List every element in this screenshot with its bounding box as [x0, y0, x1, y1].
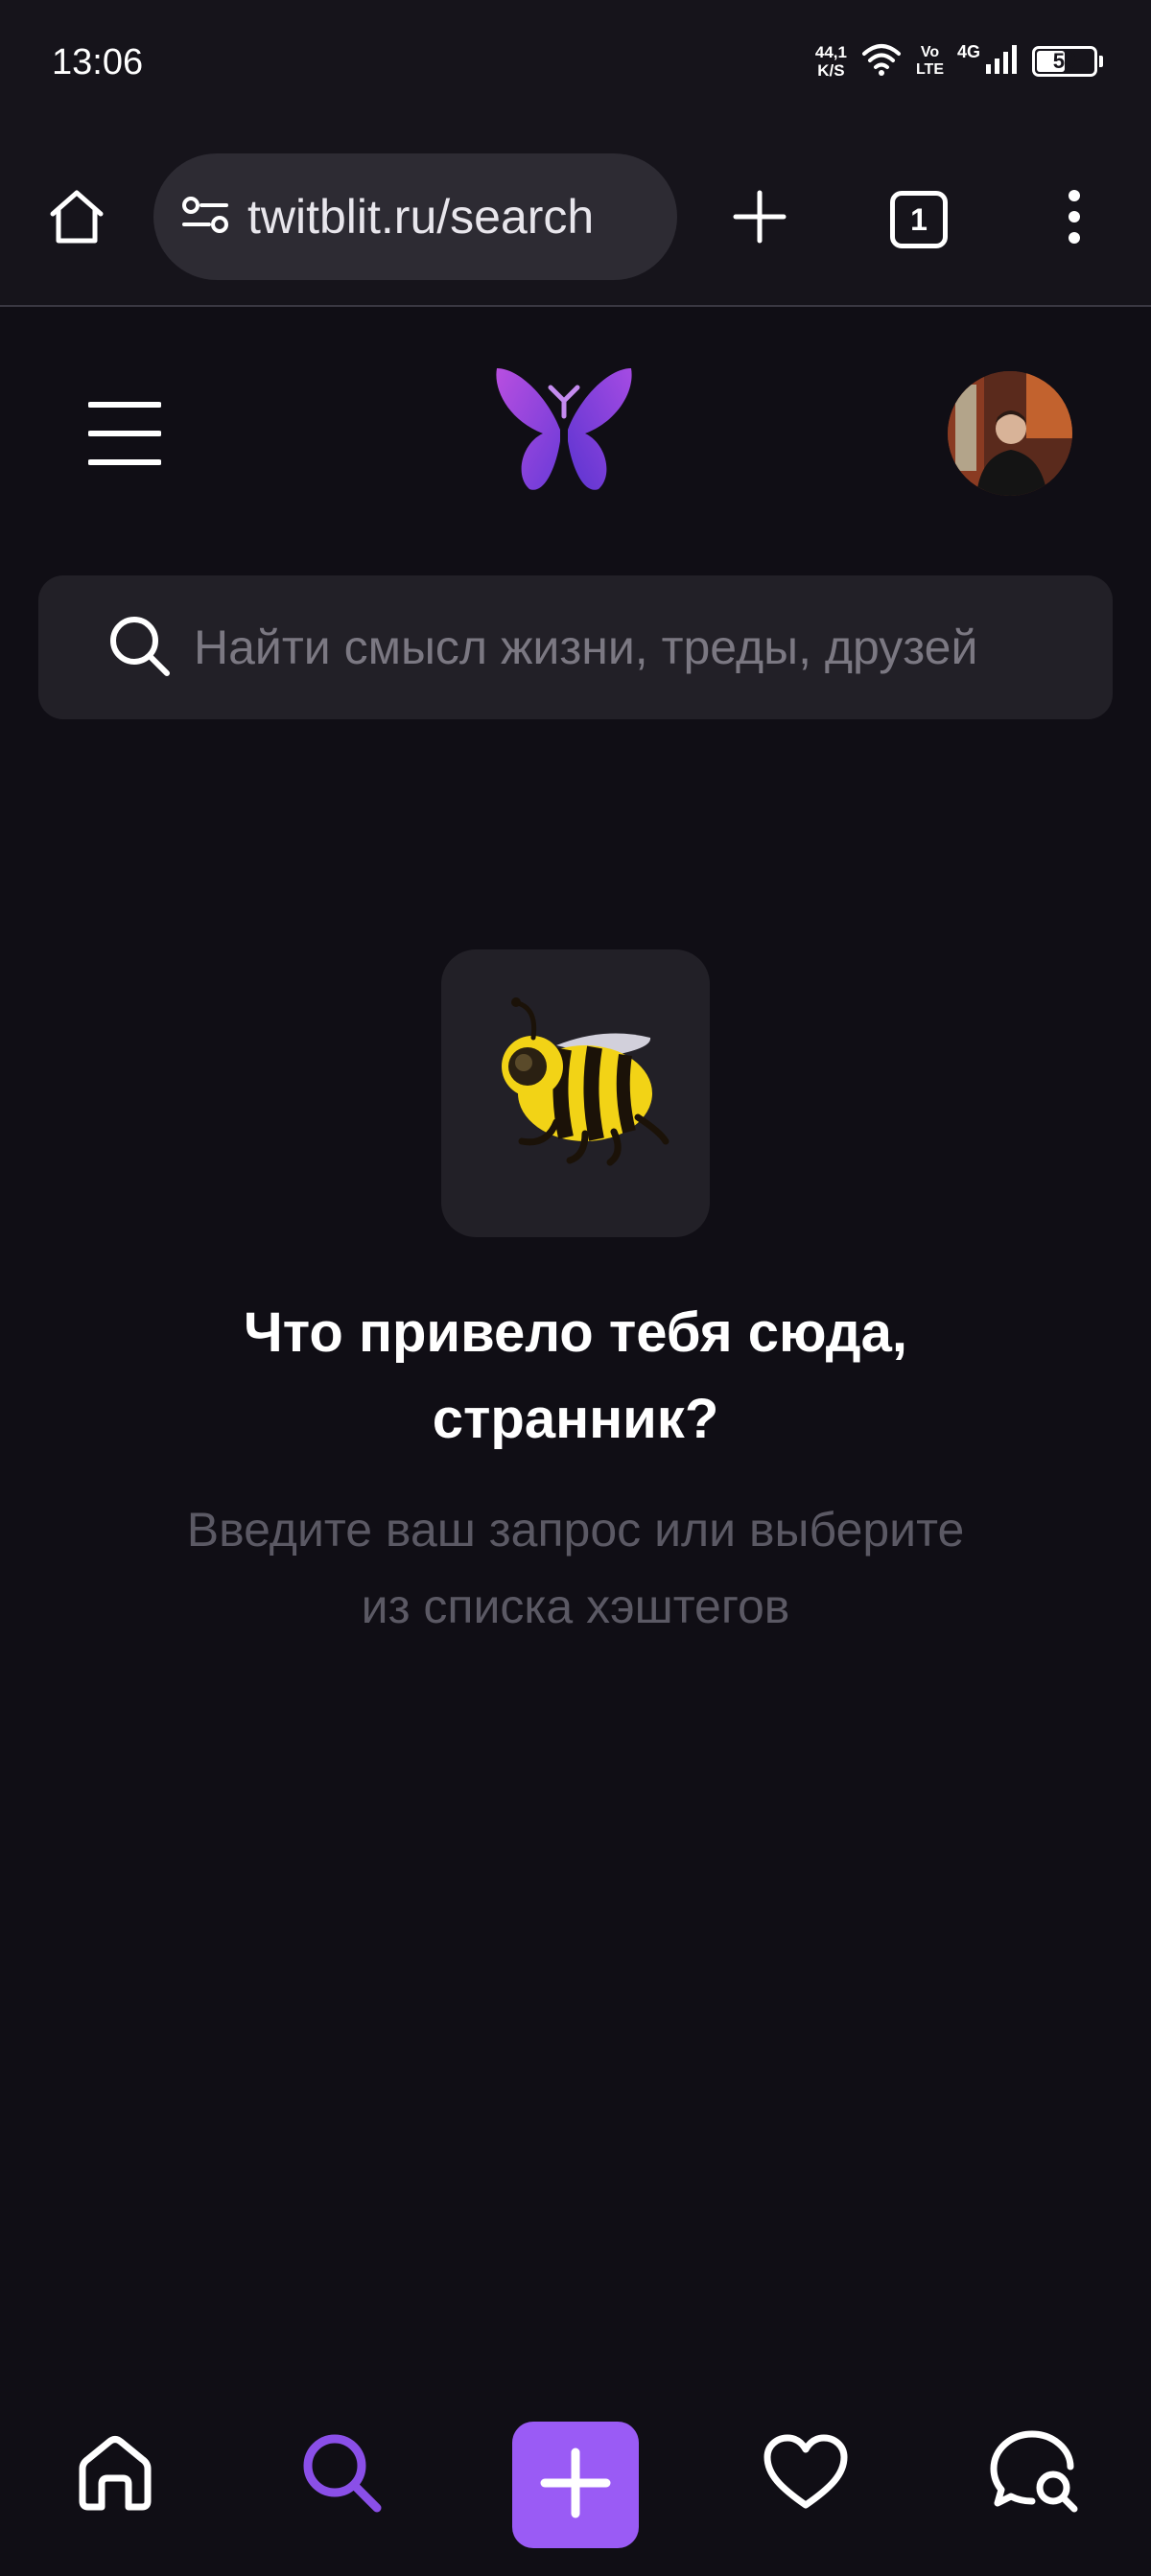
nav-messages-button[interactable]: [988, 2426, 1084, 2522]
home-icon: [47, 187, 106, 251]
plus-icon: [732, 189, 787, 249]
network-speed-value: 44,1: [814, 43, 847, 61]
browser-toolbar: twitblit.ru/search 1: [0, 134, 1151, 307]
signal-icon: [984, 43, 1019, 81]
volte-bottom-label: LTE: [915, 61, 944, 78]
battery-cap: [1099, 56, 1103, 67]
empty-state-title: Что привело тебя сюда, странник?: [96, 1290, 1055, 1463]
browser-home-button[interactable]: [40, 182, 113, 255]
browser-menu-button[interactable]: [1045, 180, 1103, 257]
address-bar[interactable]: twitblit.ru/search: [153, 153, 677, 280]
battery-body: 50: [1032, 46, 1097, 77]
status-bar: 13:06 44,1 K/S Vo LTE 4G 50: [0, 0, 1151, 134]
empty-state-title-line2: странник?: [432, 1388, 719, 1450]
more-vert-icon: [1067, 188, 1082, 250]
chat-search-icon: [990, 2428, 1082, 2521]
network-speed: 44,1 K/S: [815, 43, 847, 80]
search-input[interactable]: [194, 620, 1113, 675]
volte-top-label: Vo: [920, 44, 940, 60]
nav-likes-button[interactable]: [758, 2426, 854, 2522]
heart-icon: [762, 2432, 850, 2517]
home-icon: [73, 2430, 157, 2519]
empty-state-subtitle-line1: Введите ваш запрос или выберите: [186, 1503, 965, 1557]
nav-home-button[interactable]: [67, 2426, 163, 2522]
plus-icon: [539, 2447, 612, 2524]
network-type: 4G: [956, 42, 980, 61]
battery-level: 50: [1052, 49, 1077, 73]
bee-icon: [441, 997, 710, 1241]
empty-state-subtitle-line2: из списка хэштегов: [361, 1580, 790, 1633]
search-icon: [296, 2427, 387, 2522]
search-icon: [106, 612, 173, 684]
search-box[interactable]: [38, 575, 1113, 719]
battery-icon: 50: [1032, 46, 1103, 77]
status-time: 13:06: [52, 42, 144, 82]
wifi-icon: [860, 42, 903, 82]
url-text[interactable]: twitblit.ru/search: [247, 189, 594, 245]
nav-search-button[interactable]: [294, 2426, 389, 2522]
volte-indicator: Vo LTE: [916, 44, 944, 79]
butterfly-logo[interactable]: [491, 361, 637, 499]
nav-create-button[interactable]: [512, 2422, 639, 2548]
menu-button[interactable]: [87, 401, 162, 466]
tab-switcher-button[interactable]: 1: [890, 191, 948, 248]
new-tab-button[interactable]: [723, 182, 796, 255]
status-icons: 44,1 K/S Vo LTE 4G 50: [815, 38, 1103, 84]
site-settings-icon[interactable]: [180, 194, 230, 241]
empty-state-title-line1: Что привело тебя сюда,: [244, 1301, 907, 1364]
user-avatar[interactable]: [948, 371, 1072, 496]
hamburger-icon: [87, 402, 162, 470]
bottom-navigation: [0, 2388, 1151, 2576]
bee-illustration-card: [441, 949, 710, 1237]
network-speed-unit: K/S: [817, 61, 845, 80]
empty-state-subtitle: Введите ваш запрос или выберите из списк…: [96, 1491, 1055, 1645]
